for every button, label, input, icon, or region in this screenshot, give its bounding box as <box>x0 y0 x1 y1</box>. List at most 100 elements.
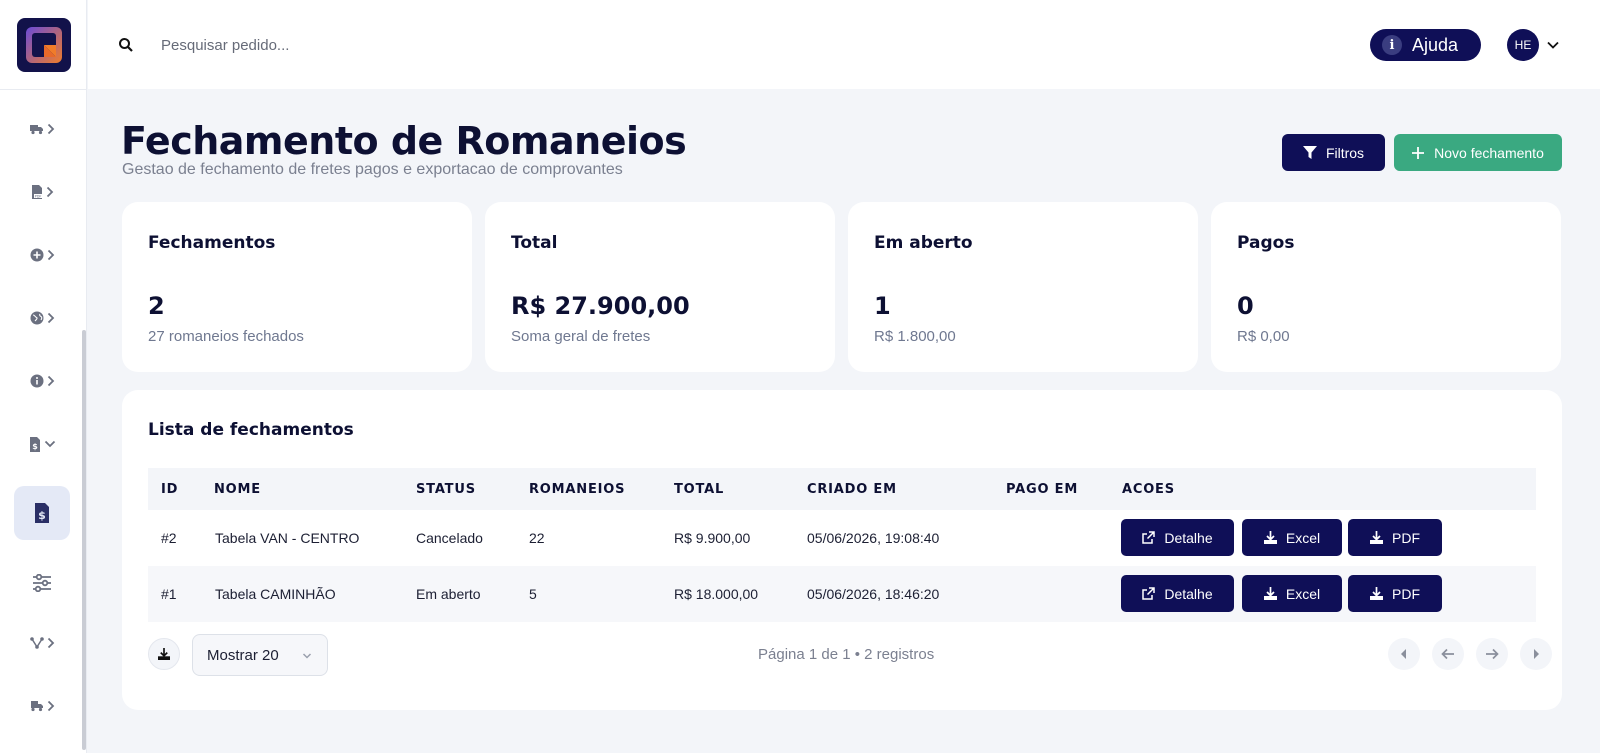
detail-label: Detalhe <box>1164 529 1213 546</box>
detail-button[interactable]: Detalhe <box>1121 575 1234 612</box>
chevron-down-icon <box>44 440 55 448</box>
stat-card-open: Em aberto 1 R$ 1.800,00 <box>848 202 1198 372</box>
sidebar-scrollbar[interactable] <box>82 330 86 750</box>
excel-button[interactable]: Excel <box>1242 519 1342 556</box>
stat-subtext: R$ 1.800,00 <box>874 328 956 345</box>
stat-value: 1 <box>874 292 891 320</box>
column-header-total[interactable]: TOTAL <box>674 482 724 497</box>
svg-text:PDF: PDF <box>34 195 41 199</box>
closings-list-panel: Lista de fechamentos ID NOME STATUS ROMA… <box>122 390 1562 710</box>
help-label: Ajuda <box>1412 34 1459 55</box>
sidebar-item-globe[interactable] <box>14 291 70 345</box>
plus-circle-icon <box>30 248 43 262</box>
stat-subtext: 27 romaneios fechados <box>148 328 304 345</box>
sidebar: PDF $ $ <box>0 0 87 753</box>
pagination-info: Página 1 de 1 • 2 registros <box>758 646 935 663</box>
column-header-name[interactable]: NOME <box>214 482 261 497</box>
table-header: ID NOME STATUS ROMANEIOS TOTAL CRIADO EM… <box>148 468 1536 510</box>
info-circle-icon <box>30 374 43 388</box>
sidebar-item-romaneio-closing[interactable]: $ <box>14 486 70 540</box>
cell-romaneios: 22 <box>529 530 545 546</box>
chevron-right-icon <box>47 637 54 649</box>
plus-icon <box>1412 146 1425 159</box>
cell-created: 05/06/2026, 18:46:20 <box>807 586 940 602</box>
help-button[interactable]: i Ajuda <box>1370 29 1481 61</box>
pdf-label: PDF <box>1392 585 1420 602</box>
excel-label: Excel <box>1285 585 1321 602</box>
external-link-icon <box>1142 587 1156 600</box>
column-header-created[interactable]: CRIADO EM <box>807 482 897 497</box>
external-link-icon <box>1142 531 1156 544</box>
caret-right-icon <box>1534 649 1539 659</box>
cell-id: #2 <box>161 530 177 546</box>
chevron-right-icon <box>47 123 54 135</box>
info-icon: i <box>1382 35 1402 55</box>
sidebar-item-transport[interactable] <box>14 102 70 156</box>
pdf-button[interactable]: PDF <box>1348 575 1442 612</box>
stat-value: 0 <box>1237 292 1254 320</box>
stat-card-total: Total R$ 27.900,00 Soma geral de fretes <box>485 202 835 372</box>
detail-button[interactable]: Detalhe <box>1121 519 1234 556</box>
download-icon <box>1370 531 1383 544</box>
sidebar-divider <box>0 89 87 90</box>
arrow-left-icon <box>1441 648 1454 660</box>
arrow-right-icon <box>1486 648 1499 660</box>
topbar: i Ajuda HE <box>88 0 1600 89</box>
chevron-down-icon[interactable] <box>1546 38 1560 52</box>
svg-text:$: $ <box>32 442 38 451</box>
chevron-right-icon <box>47 375 54 387</box>
sidebar-item-routes[interactable] <box>14 616 70 670</box>
sidebar-item-pdf[interactable]: PDF <box>14 165 70 219</box>
last-page-button[interactable] <box>1520 638 1552 670</box>
excel-button[interactable]: Excel <box>1242 575 1342 612</box>
dollar-file-icon: $ <box>29 436 40 452</box>
chevron-down-icon <box>302 653 312 659</box>
new-closing-button[interactable]: Novo fechamento <box>1394 134 1562 171</box>
sidebar-item-loading[interactable] <box>14 679 70 733</box>
column-header-paid[interactable]: PAGO EM <box>1006 482 1078 497</box>
search-input[interactable] <box>161 30 521 60</box>
stat-label: Pagos <box>1237 233 1295 253</box>
cell-name: Tabela VAN - CENTRO <box>215 530 360 546</box>
download-icon <box>158 648 170 660</box>
table-row: #2 Tabela VAN - CENTRO Cancelado 22 R$ 9… <box>148 510 1536 566</box>
app-logo[interactable] <box>17 18 71 72</box>
pdf-file-icon: PDF <box>31 185 42 199</box>
chevron-right-icon <box>47 700 54 712</box>
pdf-button[interactable]: PDF <box>1348 519 1442 556</box>
pdf-label: PDF <box>1392 529 1420 546</box>
sidebar-item-finance[interactable]: $ <box>14 417 70 471</box>
column-header-actions: ACOES <box>1122 482 1175 497</box>
first-page-button[interactable] <box>1388 638 1420 670</box>
stat-label: Total <box>511 233 558 253</box>
cell-total: R$ 18.000,00 <box>674 586 759 602</box>
filters-button[interactable]: Filtros <box>1282 134 1385 171</box>
new-closing-label: Novo fechamento <box>1434 144 1544 161</box>
page-size-select[interactable]: Mostrar 20 <box>192 634 328 676</box>
table-row: #1 Tabela CAMINHÃO Em aberto 5 R$ 18.000… <box>148 566 1536 622</box>
stat-label: Em aberto <box>874 233 973 253</box>
stat-subtext: Soma geral de fretes <box>511 328 651 345</box>
globe-icon <box>30 311 43 325</box>
avatar[interactable]: HE <box>1507 29 1539 61</box>
page-size-value: Mostrar 20 <box>207 646 279 664</box>
column-header-id[interactable]: ID <box>161 482 178 497</box>
sidebar-item-info[interactable] <box>14 354 70 408</box>
column-header-status[interactable]: STATUS <box>416 482 476 497</box>
column-header-romaneios[interactable]: ROMANEIOS <box>529 482 625 497</box>
previous-page-button[interactable] <box>1432 638 1464 670</box>
sidebar-item-add[interactable] <box>14 228 70 282</box>
caret-left-icon <box>1401 649 1406 659</box>
export-download-button[interactable] <box>148 638 180 670</box>
cell-romaneios: 5 <box>529 586 537 602</box>
sidebar-item-settings[interactable] <box>14 556 70 610</box>
next-page-button[interactable] <box>1476 638 1508 670</box>
page-title: Fechamento de Romaneios <box>121 119 687 163</box>
stat-value: R$ 27.900,00 <box>511 292 690 320</box>
cell-created: 05/06/2026, 19:08:40 <box>807 530 940 546</box>
cell-status: Cancelado <box>416 530 483 546</box>
svg-text:$: $ <box>38 509 46 522</box>
dollar-file-icon: $ <box>35 503 49 523</box>
search-icon <box>119 38 133 52</box>
excel-label: Excel <box>1285 529 1321 546</box>
